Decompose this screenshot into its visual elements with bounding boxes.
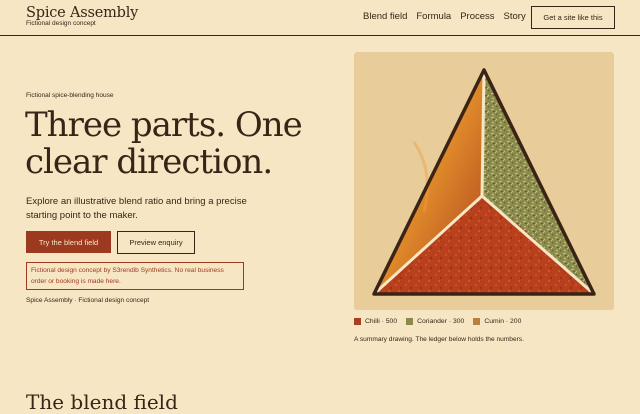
cumin-swatch bbox=[473, 318, 481, 325]
blend-triangle-illustration bbox=[372, 68, 596, 296]
legend-item-coriander: Coriander · 300 bbox=[406, 318, 464, 325]
main-nav: Blend field Formula Process Story bbox=[363, 11, 526, 22]
preview-enquiry-button[interactable]: Preview enquiry bbox=[117, 231, 195, 254]
coriander-swatch bbox=[406, 318, 414, 325]
hero-headline: Three parts. One clear direction. bbox=[25, 105, 303, 182]
get-site-button[interactable]: Get a site like this bbox=[531, 6, 615, 29]
brand-title[interactable]: Spice Assembly bbox=[26, 5, 138, 21]
blend-field-section-heading: The blend field bbox=[26, 390, 178, 414]
legend-label: Chilli · 500 bbox=[365, 318, 398, 325]
blend-legend: Chilli · 500 Coriander · 300 Cumin · 200 bbox=[354, 318, 521, 325]
hero-eyebrow: Fictional spice-blending house bbox=[26, 92, 114, 99]
hero-footnote: Spice Assembly · Fictional design concep… bbox=[26, 297, 150, 304]
brand-tagline: Fictional design concept bbox=[26, 20, 96, 27]
disclaimer-notice: Fictional design concept by S3rendib Syn… bbox=[26, 262, 244, 290]
nav-link-blend-field[interactable]: Blend field bbox=[363, 11, 407, 22]
illustration-caption: A summary drawing. The ledger below hold… bbox=[354, 336, 524, 343]
site-header: Spice Assembly Fictional design concept … bbox=[0, 0, 640, 36]
nav-link-process[interactable]: Process bbox=[460, 11, 494, 22]
nav-link-story[interactable]: Story bbox=[504, 11, 526, 22]
legend-item-cumin: Cumin · 200 bbox=[473, 318, 521, 325]
legend-item-chilli: Chilli · 500 bbox=[354, 318, 397, 325]
legend-label: Coriander · 300 bbox=[417, 318, 465, 325]
legend-label: Cumin · 200 bbox=[484, 318, 522, 325]
nav-link-formula[interactable]: Formula bbox=[416, 11, 451, 22]
blend-illustration-panel bbox=[354, 52, 614, 310]
hero-lede: Explore an illustrative blend ratio and … bbox=[26, 196, 247, 221]
try-blend-field-button[interactable]: Try the blend field bbox=[26, 231, 111, 253]
chilli-swatch bbox=[354, 318, 361, 325]
